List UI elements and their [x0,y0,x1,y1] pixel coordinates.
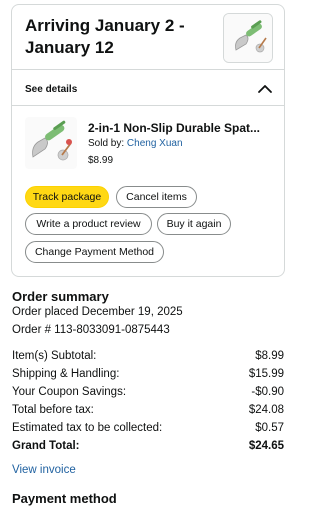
see-details-label[interactable]: See details [25,84,77,95]
chevron-up-icon[interactable] [257,83,273,95]
divider [12,105,284,106]
summary-row: Your Coupon Savings: -$0.90 [12,386,284,402]
product-thumbnail[interactable] [223,13,273,63]
write-review-button[interactable]: Write a product review [25,213,152,235]
sold-by-label: Sold by: [88,138,127,149]
row-label: Your Coupon Savings: [12,386,127,398]
payment-method-heading: Payment method [12,491,117,506]
arrival-heading: Arriving January 2 - January 12 [25,16,185,57]
cancel-items-button[interactable]: Cancel items [116,186,197,208]
summary-row: Total before tax: $24.08 [12,404,284,420]
row-value: $8.99 [255,350,284,362]
spatula-product-image [25,117,77,169]
row-label: Estimated tax to be collected: [12,422,163,434]
divider [12,69,284,70]
spatula-product-image [224,14,272,62]
order-placed: Order placed December 19, 2025 [12,306,183,318]
row-value: $24.08 [248,404,284,416]
row-value: $15.99 [248,368,284,380]
summary-row: Estimated tax to be collected: $0.57 [12,422,284,438]
change-payment-button[interactable]: Change Payment Method [25,241,164,263]
order-number: Order # 113-8033091-0875443 [12,324,170,336]
row-value: $24.65 [248,440,284,452]
summary-row: Item(s) Subtotal: $8.99 [12,350,284,366]
item-image[interactable] [25,117,77,169]
row-value: -$0.90 [251,386,284,398]
row-value: $0.57 [255,422,284,434]
sold-by: Sold by: Cheng Xuan [88,138,183,149]
row-label: Total before tax: [12,404,94,416]
view-invoice-link[interactable]: View invoice [12,464,76,476]
grand-total-row: Grand Total: $24.65 [12,440,284,456]
row-label: Shipping & Handling: [12,368,120,380]
summary-row: Shipping & Handling: $15.99 [12,368,284,384]
shipment-card: Arriving January 2 - January 12 See deta… [11,4,285,277]
item-title[interactable]: 2-in-1 Non-Slip Durable Spat... [88,121,278,135]
seller-link[interactable]: Cheng Xuan [127,138,183,149]
buy-again-button[interactable]: Buy it again [157,213,231,235]
item-price: $8.99 [88,155,114,166]
row-label: Item(s) Subtotal: [12,350,97,362]
order-summary-title: Order summary [12,289,109,304]
track-package-button[interactable]: Track package [25,186,109,208]
row-label: Grand Total: [12,440,80,452]
